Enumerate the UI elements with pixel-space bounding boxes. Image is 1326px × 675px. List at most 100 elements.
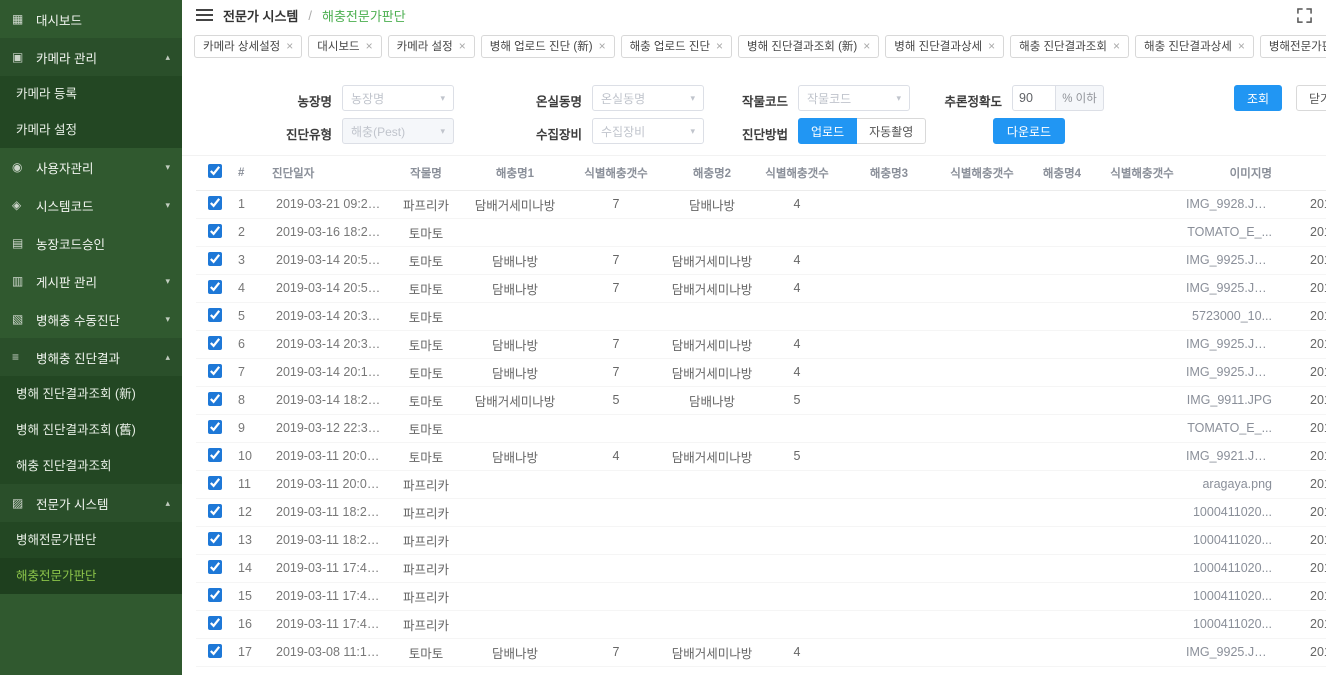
select-all-checkbox[interactable] [208,164,222,178]
cell: 파프리카 [388,498,464,526]
table-row: 142019-03-11 17:46:58파프리카1000411020...20… [196,554,1326,582]
cell [942,246,1022,274]
chevron-down-icon: ▾ [165,162,170,173]
sidebar-item[interactable]: ▣카메라 관리▴ [0,38,182,76]
users-icon: ◉ [12,160,36,174]
row-checkbox[interactable] [208,280,222,294]
greenhouse-select[interactable]: 온실동명▾ [592,85,704,111]
cell: 2019 [1292,526,1326,554]
row-checkbox[interactable] [208,392,222,406]
tab-close-icon[interactable]: × [716,39,723,53]
tab[interactable]: 카메라 상세설정× [194,35,302,58]
sidebar-item[interactable]: ▥게시판 관리▾ [0,262,182,300]
cell [758,470,836,498]
sidebar-subitem[interactable]: 카메라 등록 [0,76,182,112]
cell: 1 [234,190,268,218]
camera-icon: ▣ [12,50,36,64]
sidebar-subitem[interactable]: 병해 진단결과조회 (舊) [0,412,182,448]
cell [666,414,758,442]
search-button[interactable]: 조회 [1234,85,1282,111]
cell: 5 [234,302,268,330]
tab[interactable]: 해충 업로드 진단× [621,35,732,58]
accuracy-input[interactable] [1012,85,1056,111]
cell: 담배거세미나방 [666,246,758,274]
sidebar-subitem[interactable]: 해충전문가판단 [0,558,182,594]
hamburger-menu-icon[interactable] [196,9,213,21]
column-header: 작물명 [388,156,464,190]
results-table: #진단일자작물명해충명1식별해충갯수해충명2식별해충갯수해충명3식별해충갯수해충… [196,156,1326,667]
column-header: 식별해충갯수 [942,156,1022,190]
sidebar-block: ▨전문가 시스템▴병해전문가판단해충전문가판단 [0,484,182,594]
tab-close-icon[interactable]: × [599,39,606,53]
sidebar-item[interactable]: ◈시스템코드▾ [0,186,182,224]
row-checkbox[interactable] [208,588,222,602]
cell: 15 [234,582,268,610]
cell [566,218,666,246]
tab[interactable]: 해충 진단결과조회 × [1010,35,1129,58]
tab-label: 해충 진단결과조회 [1019,38,1107,54]
row-checkbox-cell [196,526,234,554]
row-checkbox[interactable] [208,224,222,238]
row-checkbox[interactable] [208,616,222,630]
row-checkbox[interactable] [208,420,222,434]
method-upload-button[interactable]: 업로드 [798,118,857,144]
sidebar-item[interactable]: ▦대시보드 [0,0,182,38]
row-checkbox[interactable] [208,364,222,378]
tab[interactable]: 병해 진단결과상세× [885,35,1004,58]
cell [1022,414,1102,442]
tab[interactable]: 병해전문가판단× [1260,35,1326,58]
sidebar-subitem[interactable]: 해충 진단결과조회 [0,448,182,484]
tab[interactable]: 병해 진단결과조회 (新)× [738,35,879,58]
sidebar-item[interactable]: ≡병해충 진단결과▴ [0,338,182,376]
row-checkbox[interactable] [208,448,222,462]
tab-close-icon[interactable]: × [988,39,995,53]
row-checkbox[interactable] [208,336,222,350]
tab-close-icon[interactable]: × [1238,39,1245,53]
row-checkbox[interactable] [208,504,222,518]
tab-close-icon[interactable]: × [459,39,466,53]
sidebar-subitem[interactable]: 병해 진단결과조회 (新) [0,376,182,412]
tab[interactable]: 대시보드× [308,35,381,58]
row-checkbox-cell [196,470,234,498]
row-checkbox[interactable] [208,644,222,658]
tab-close-icon[interactable]: × [366,39,373,53]
download-button[interactable]: 다운로드 [993,118,1065,144]
sidebar-item[interactable]: ▨전문가 시스템▴ [0,484,182,522]
accuracy-suffix: % 이하 [1056,85,1104,111]
cell [1022,442,1102,470]
sidebar-item[interactable]: ▤농장코드승인 [0,224,182,262]
cell [666,302,758,330]
device-select[interactable]: 수집장비▾ [592,118,704,144]
tab-close-icon[interactable]: × [286,39,293,53]
close-button[interactable]: 닫기 [1296,85,1326,111]
table-row: 162019-03-11 17:43:34파프리카1000411020...20… [196,610,1326,638]
tab-close-icon[interactable]: × [863,39,870,53]
tab-close-icon[interactable]: × [1113,39,1120,53]
cell: IMG_9921.JPG [1182,442,1292,470]
cell: IMG_9911.JPG [1182,386,1292,414]
sidebar-item[interactable]: ◉사용자관리▾ [0,148,182,186]
farm-name-select[interactable]: 농장명▾ [342,85,454,111]
method-auto-button[interactable]: 자동촬영 [857,118,926,144]
crop-code-select[interactable]: 작물코드▾ [798,85,910,111]
sidebar-subitem[interactable]: 병해전문가판단 [0,522,182,558]
cell: 2019 [1292,190,1326,218]
row-checkbox[interactable] [208,476,222,490]
diagnosis-type-select[interactable]: 해충(Pest)▾ [342,118,454,144]
row-checkbox[interactable] [208,252,222,266]
cell [1022,386,1102,414]
sidebar-subitem[interactable]: 카메라 설정 [0,112,182,148]
row-checkbox-cell [196,218,234,246]
sidebar-item[interactable]: ▧병해충 수동진단▾ [0,300,182,338]
row-checkbox[interactable] [208,308,222,322]
fullscreen-icon[interactable] [1297,8,1312,23]
cell [836,246,942,274]
tab[interactable]: 카메라 설정× [388,35,475,58]
column-header-partial [1292,156,1326,190]
row-checkbox[interactable] [208,560,222,574]
select-all-cell [196,156,234,190]
row-checkbox[interactable] [208,196,222,210]
tab[interactable]: 해충 진단결과상세× [1135,35,1254,58]
row-checkbox[interactable] [208,532,222,546]
tab[interactable]: 병해 업로드 진단 (新)× [481,35,615,58]
